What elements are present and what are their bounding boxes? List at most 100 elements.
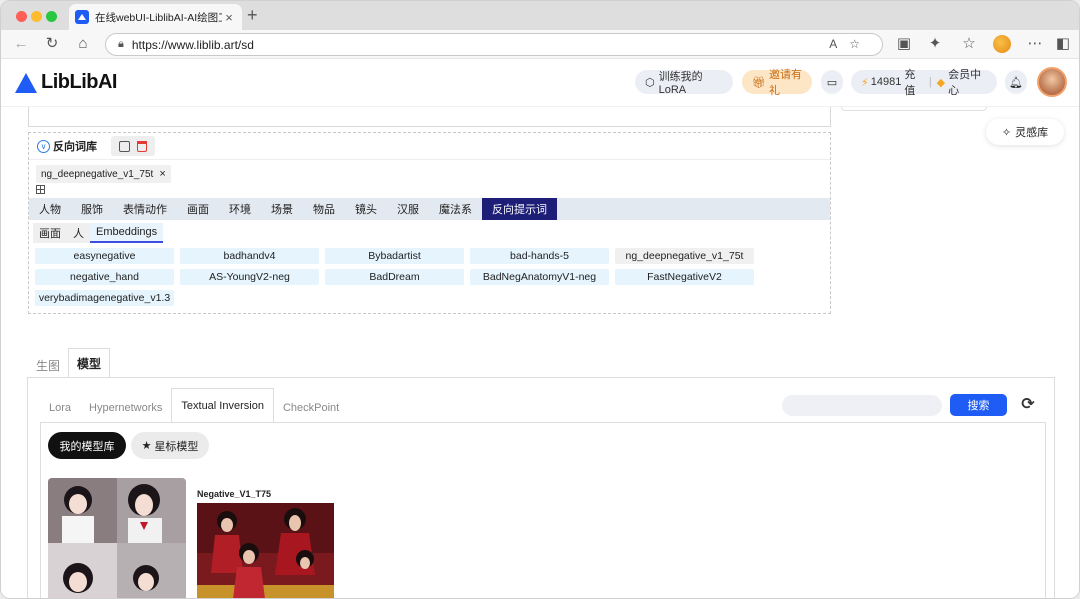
my-models-button[interactable]: 我的模型库 — [48, 432, 126, 459]
model-type-tab-lora[interactable]: Lora — [40, 394, 80, 422]
main-tab-1[interactable]: 生图 — [28, 352, 68, 378]
minimize-window-button[interactable] — [31, 11, 42, 22]
search-button[interactable]: 搜索 — [950, 394, 1007, 416]
diamond-icon: ◆ — [936, 76, 946, 89]
collapse-chevron-icon[interactable]: ∨ — [37, 139, 50, 153]
category-tabs: 人物 服饰 表情动作 画面 环境 场景 物品 镜头 汉服 魔法系 反向提示词 — [29, 198, 830, 220]
model-type-tab-textual-inversion[interactable]: Textual Inversion — [171, 388, 274, 422]
inspiration-button[interactable]: ✧ 灵感库 — [986, 119, 1064, 145]
anime-girls-image — [48, 478, 186, 598]
model-type-tab-hypernetworks[interactable]: Hypernetworks — [80, 394, 171, 422]
credits-bar[interactable]: ⚡︎ 14981 充值 | ◆ 会员中心 — [851, 69, 997, 97]
favorite-star-icon[interactable]: ☆ — [849, 37, 872, 51]
category-tab-6[interactable]: 场景 — [261, 198, 303, 220]
gift-icon: 🎁︎ — [752, 76, 766, 89]
subcategory-tab-1[interactable]: 画面 — [33, 223, 67, 243]
model-card-thumbnail[interactable] — [197, 503, 334, 598]
inspiration-label: 灵感库 — [1015, 127, 1049, 139]
reload-icon[interactable]: ↻ — [42, 35, 62, 53]
zoom-window-button[interactable] — [46, 11, 57, 22]
train-lora-label: 训练我的LoRA — [658, 71, 703, 96]
trash-icon[interactable] — [137, 140, 148, 152]
lock-icon: 🔒︎ — [118, 38, 124, 50]
home-icon[interactable]: ⌂ — [73, 35, 93, 53]
member-center-link[interactable]: 会员中心 — [948, 66, 987, 98]
subcategory-tab-3[interactable]: Embeddings — [90, 223, 164, 243]
model-type-tabs: Lora Hypernetworks Textual Inversion CheckP… — [40, 388, 348, 422]
embedding-as-youngv2-neg[interactable]: AS-YoungV2-neg — [180, 269, 319, 285]
category-tab-1[interactable]: 人物 — [29, 198, 71, 220]
cube-icon: ⬡ — [645, 76, 655, 89]
category-tab-5[interactable]: 环境 — [219, 198, 261, 220]
category-tab-8[interactable]: 镜头 — [345, 198, 387, 220]
starred-models-button[interactable]: ★ 星标模型 — [131, 432, 209, 459]
bell-icon: 🔔︎ — [1009, 76, 1023, 89]
embedding-bad-hands-5[interactable]: bad-hands-5 — [470, 248, 609, 264]
right-panel-box — [841, 107, 987, 111]
new-tab-icon[interactable]: + — [247, 5, 258, 26]
sidebar-icon[interactable]: ◧ — [1053, 35, 1073, 53]
model-search-input[interactable] — [782, 395, 942, 416]
negative-library-title: 反向词库 — [53, 141, 97, 153]
category-tab-11[interactable]: 反向提示词 — [482, 198, 557, 220]
embedding-fastnegativev2[interactable]: FastNegativeV2 — [615, 269, 754, 285]
tab-close-icon[interactable]: × — [222, 10, 236, 25]
category-tab-9[interactable]: 汉服 — [387, 198, 429, 220]
lightning-icon: ⚡︎ — [861, 76, 869, 89]
model-card-title[interactable]: Negative_V1_T75 — [197, 489, 271, 499]
back-icon[interactable]: ← — [11, 35, 31, 53]
profile-avatar-icon[interactable] — [993, 35, 1011, 53]
invite-button[interactable]: 🎁︎ 邀请有礼 — [742, 69, 812, 97]
subcategory-tabs: 画面人 Embeddings — [33, 223, 164, 243]
close-window-button[interactable] — [16, 11, 27, 22]
model-panel: Lora Hypernetworks Textual Inversion CheckP… — [27, 377, 1055, 598]
more-menu-icon[interactable]: ⋯ — [1025, 35, 1045, 53]
url-text: https://www.liblib.art/sd — [131, 37, 254, 52]
embedding-baddream[interactable]: BadDream — [325, 269, 464, 285]
browser-toolbar: ← ↻ ⌂ 🔒︎ https://www.liblib.art/sd A☆ ▣ … — [1, 30, 1079, 59]
main-tab-2[interactable]: 模型 — [68, 348, 111, 378]
model-list-box: 我的模型库 ★ 星标模型 Negative_V1_T75 — [40, 422, 1046, 598]
read-aloud-icon[interactable]: A — [829, 37, 849, 51]
embedding-easynegative[interactable]: easynegative — [35, 248, 174, 264]
recharge-link[interactable]: 充值 — [904, 66, 923, 98]
embedding-list: easynegative badhandv4 Bybadartist bad-hand… — [35, 248, 765, 306]
user-avatar[interactable] — [1037, 67, 1067, 97]
model-type-tab-checkpoint[interactable]: CheckPoint — [274, 394, 348, 422]
prompt-box-bottom — [28, 107, 831, 127]
embedding-verybadimagenegative-v1-3[interactable]: verybadimagenegative_v1.3 — [35, 290, 174, 306]
category-tab-4[interactable]: 画面 — [177, 198, 219, 220]
embedding-negative-hand[interactable]: negative_hand — [35, 269, 174, 285]
invite-label: 邀请有礼 — [768, 69, 802, 97]
subcategory-tab-2[interactable]: 人 — [67, 223, 90, 243]
category-tab-3[interactable]: 表情动作 — [113, 198, 177, 220]
category-tab-7[interactable]: 物品 — [303, 198, 345, 220]
embedding-ng-deepnegative-v1-75t[interactable]: ng_deepnegative_v1_75t — [615, 248, 754, 264]
browser-tab[interactable]: 在线webUI-LiblibAI-AI绘图工具 × — [69, 4, 242, 30]
credit-count: 14981 — [870, 76, 902, 88]
negative-library-header: ∨ 反向词库 — [29, 133, 830, 160]
embedding-badneganatomyv1-neg[interactable]: BadNegAnatomyV1-neg — [470, 269, 609, 285]
refresh-icon[interactable]: ⟳ — [1018, 394, 1038, 416]
model-card-thumbnail[interactable] — [48, 478, 186, 598]
site-logo[interactable]: LibLibAI — [15, 71, 117, 94]
grid-icon[interactable] — [36, 185, 45, 194]
folder-button[interactable]: ▭ — [821, 70, 843, 94]
category-tab-10[interactable]: 魔法系 — [429, 198, 482, 220]
embedding-badhandv4[interactable]: badhandv4 — [180, 248, 319, 264]
notification-button[interactable]: 🔔︎ — [1005, 70, 1027, 94]
address-bar[interactable]: 🔒︎ https://www.liblib.art/sd A☆ — [105, 33, 883, 56]
embedding-bybadartist[interactable]: Bybadartist — [325, 248, 464, 264]
chip-remove-icon[interactable]: × — [159, 168, 165, 180]
collections-icon[interactable]: ▣ — [894, 35, 914, 53]
logo-text: LibLibAI — [41, 71, 117, 93]
selected-prompt-chip[interactable]: ng_deepnegative_v1_75t × — [36, 165, 171, 183]
liblib-favicon-icon — [75, 10, 89, 24]
category-tab-2[interactable]: 服饰 — [71, 198, 113, 220]
tab-title: 在线webUI-LiblibAI-AI绘图工具 — [95, 11, 222, 24]
favorites-icon[interactable]: ☆ — [959, 35, 979, 53]
copy-icon[interactable] — [118, 140, 130, 152]
liblib-logo-icon — [15, 72, 37, 93]
train-lora-button[interactable]: ⬡ 训练我的LoRA — [635, 70, 733, 96]
extensions-icon[interactable]: ✦ — [925, 35, 945, 53]
